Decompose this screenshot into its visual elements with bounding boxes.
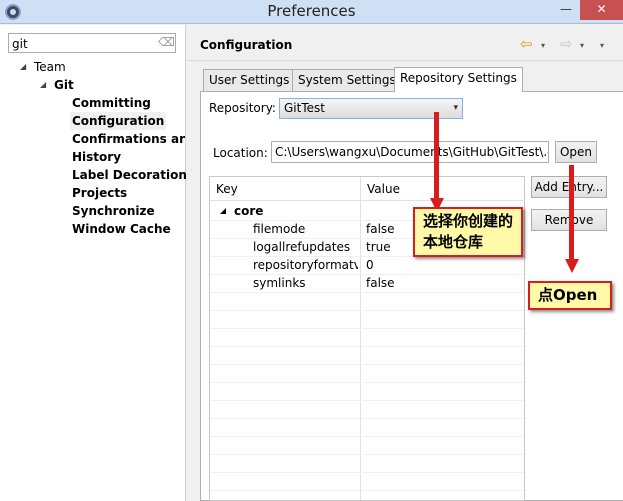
row-divider bbox=[210, 346, 524, 347]
forward-arrow-icon[interactable]: ⇨ bbox=[560, 35, 573, 53]
repository-label: Repository: bbox=[209, 101, 276, 115]
tree-item-committing[interactable]: Committing bbox=[72, 94, 151, 112]
repository-value: GitTest bbox=[284, 101, 325, 115]
table-key-cell[interactable]: filemode bbox=[253, 220, 358, 238]
open-button[interactable]: Open bbox=[555, 141, 597, 163]
table-value-cell[interactable]: false bbox=[366, 220, 395, 238]
minimize-button[interactable]: — bbox=[553, 0, 579, 20]
row-divider bbox=[210, 436, 524, 437]
row-divider bbox=[210, 292, 524, 293]
row-divider bbox=[210, 328, 524, 329]
header-separator bbox=[187, 60, 623, 61]
expanded-triangle-icon[interactable]: ◢ bbox=[40, 76, 46, 94]
preferences-tree-panel: ⌫ ◢ Team ◢ Git Committing Configuration … bbox=[0, 25, 187, 501]
expanded-triangle-icon[interactable]: ◢ bbox=[20, 58, 26, 76]
close-button[interactable]: ✕ bbox=[580, 0, 623, 20]
row-divider bbox=[210, 400, 524, 401]
tree-item-projects[interactable]: Projects bbox=[72, 184, 127, 202]
row-divider bbox=[210, 490, 524, 491]
view-menu-icon[interactable]: ▾ bbox=[600, 41, 604, 50]
row-divider bbox=[210, 454, 524, 455]
table-value-cell[interactable]: 0 bbox=[366, 256, 374, 274]
row-divider bbox=[210, 382, 524, 383]
tree-item-window-cache[interactable]: Window Cache bbox=[72, 220, 171, 238]
tree-item-label-decoration[interactable]: Label Decoration bbox=[72, 166, 187, 184]
column-divider bbox=[360, 177, 361, 500]
row-divider bbox=[210, 472, 524, 473]
table-group-core[interactable]: core bbox=[234, 202, 263, 220]
tab-repository-settings[interactable]: Repository Settings bbox=[394, 67, 523, 92]
row-divider bbox=[210, 364, 524, 365]
tree-item-configuration[interactable]: Configuration bbox=[70, 112, 167, 130]
expanded-triangle-icon[interactable]: ◢ bbox=[220, 202, 226, 220]
table-value-cell[interactable]: true bbox=[366, 238, 391, 256]
back-arrow-icon[interactable]: ⇦ bbox=[520, 35, 533, 53]
row-divider bbox=[210, 310, 524, 311]
table-key-cell[interactable]: logallrefupdates bbox=[253, 238, 358, 256]
filter-input[interactable] bbox=[8, 33, 176, 53]
title-bar: Preferences — ✕ bbox=[0, 0, 623, 24]
annotation-click-open: 点Open bbox=[528, 281, 612, 310]
location-label: Location: bbox=[213, 146, 268, 160]
tree-item-history[interactable]: History bbox=[72, 148, 121, 166]
annotation-arrow bbox=[569, 165, 574, 260]
back-history-dropdown-icon[interactable]: ▾ bbox=[541, 41, 545, 50]
table-value-cell[interactable]: false bbox=[366, 274, 395, 292]
tree-item-label: Git bbox=[54, 78, 74, 92]
chevron-down-icon[interactable]: ▾ bbox=[453, 99, 458, 118]
annotation-arrow bbox=[434, 112, 439, 200]
table-key-cell[interactable]: symlinks bbox=[253, 274, 358, 292]
annotation-arrow-head bbox=[565, 259, 579, 273]
tree-item-confirmations[interactable]: Confirmations ar bbox=[72, 130, 185, 148]
forward-history-dropdown-icon[interactable]: ▾ bbox=[580, 41, 584, 50]
window-title: Preferences bbox=[267, 2, 356, 20]
tree-item-label: Team bbox=[34, 60, 66, 74]
annotation-select-repo: 选择你创建的本地仓库 bbox=[413, 207, 523, 257]
table-key-cell[interactable]: repositoryformatversion bbox=[253, 256, 358, 274]
page-title: Configuration bbox=[200, 38, 293, 52]
column-header-key[interactable]: Key bbox=[210, 177, 360, 201]
row-divider bbox=[210, 418, 524, 419]
tab-user-settings[interactable]: User Settings bbox=[203, 69, 296, 91]
tree-item-synchronize[interactable]: Synchronize bbox=[72, 202, 155, 220]
tab-system-settings[interactable]: System Settings bbox=[292, 69, 402, 91]
location-field[interactable]: C:\Users\wangxu\Documents\GitHub\GitTest… bbox=[271, 141, 549, 163]
clear-filter-icon[interactable]: ⌫ bbox=[158, 35, 175, 51]
configuration-page: Configuration ⇦ ▾ ⇨ ▾ ▾ User Settings Sy… bbox=[187, 25, 623, 501]
